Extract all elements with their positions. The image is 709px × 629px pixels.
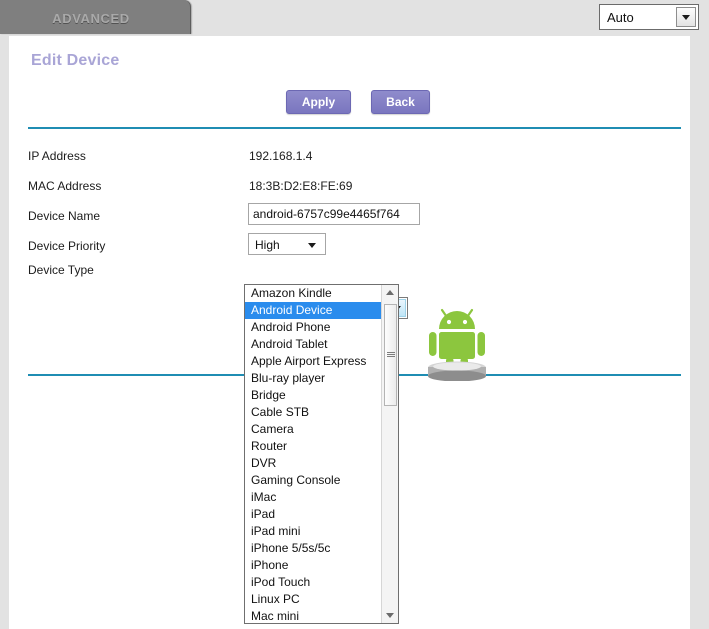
language-select-value: Auto (607, 10, 634, 25)
device-type-option[interactable]: iPhone 5/5s/5c (245, 540, 382, 557)
language-select-button[interactable] (676, 7, 696, 27)
device-type-option[interactable]: iPad (245, 506, 382, 523)
device-type-option[interactable]: iMac (245, 489, 382, 506)
device-type-option[interactable]: Android Device (245, 302, 382, 319)
divider-top (28, 127, 681, 129)
device-type-option[interactable]: Gaming Console (245, 472, 382, 489)
page-title: Edit Device (31, 52, 120, 69)
top-bar: ADVANCED Auto (0, 0, 709, 36)
label-device-name: Device Name (28, 209, 101, 223)
device-type-option-list: Amazon Kindle Android Device Android Phone… (245, 285, 382, 623)
device-type-option[interactable]: Cable STB (245, 404, 382, 421)
language-select[interactable]: Auto (599, 4, 699, 30)
dropdown-scrollbar[interactable] (381, 285, 398, 623)
tab-advanced[interactable]: ADVANCED (0, 0, 191, 34)
label-device-priority: Device Priority (28, 239, 106, 253)
value-ip-address: 192.168.1.4 (249, 149, 313, 163)
device-type-dropdown-list[interactable]: Amazon Kindle Android Device Android Phone… (244, 284, 399, 624)
device-type-option[interactable]: Blu-ray player (245, 370, 382, 387)
chevron-down-icon (682, 15, 690, 20)
device-type-option[interactable]: Bridge (245, 387, 382, 404)
device-type-option[interactable]: Camera (245, 421, 382, 438)
back-button[interactable]: Back (371, 90, 430, 114)
apply-button[interactable]: Apply (286, 90, 351, 114)
device-type-option[interactable]: Amazon Kindle (245, 285, 382, 302)
device-type-option[interactable]: Linux PC (245, 591, 382, 608)
device-type-option[interactable]: Android Phone (245, 319, 382, 336)
label-device-type: Device Type (28, 263, 94, 277)
label-mac-address: MAC Address (28, 179, 102, 193)
device-type-option[interactable]: iPad mini (245, 523, 382, 540)
tab-advanced-label: ADVANCED (52, 11, 130, 26)
scrollbar-thumb[interactable] (384, 304, 397, 406)
device-type-option[interactable]: Router (245, 438, 382, 455)
device-type-option[interactable]: iPod Touch (245, 574, 382, 591)
scroll-up-arrow-icon[interactable] (382, 285, 398, 301)
device-type-option[interactable]: Mac mini (245, 608, 382, 623)
label-ip-address: IP Address (28, 149, 86, 163)
grip-icon (386, 352, 395, 358)
device-priority-value: High (255, 238, 280, 252)
device-type-option[interactable]: Apple Airport Express (245, 353, 382, 370)
android-robot-pedestal-icon (424, 303, 490, 382)
device-priority-select[interactable]: High (248, 233, 326, 255)
device-type-option[interactable]: iPhone (245, 557, 382, 574)
chevron-down-icon (308, 243, 316, 248)
device-type-option[interactable]: Android Tablet (245, 336, 382, 353)
value-mac-address: 18:3B:D2:E8:FE:69 (249, 179, 353, 193)
device-name-input[interactable] (248, 203, 420, 225)
device-type-option[interactable]: DVR (245, 455, 382, 472)
scroll-down-arrow-icon[interactable] (382, 607, 398, 623)
